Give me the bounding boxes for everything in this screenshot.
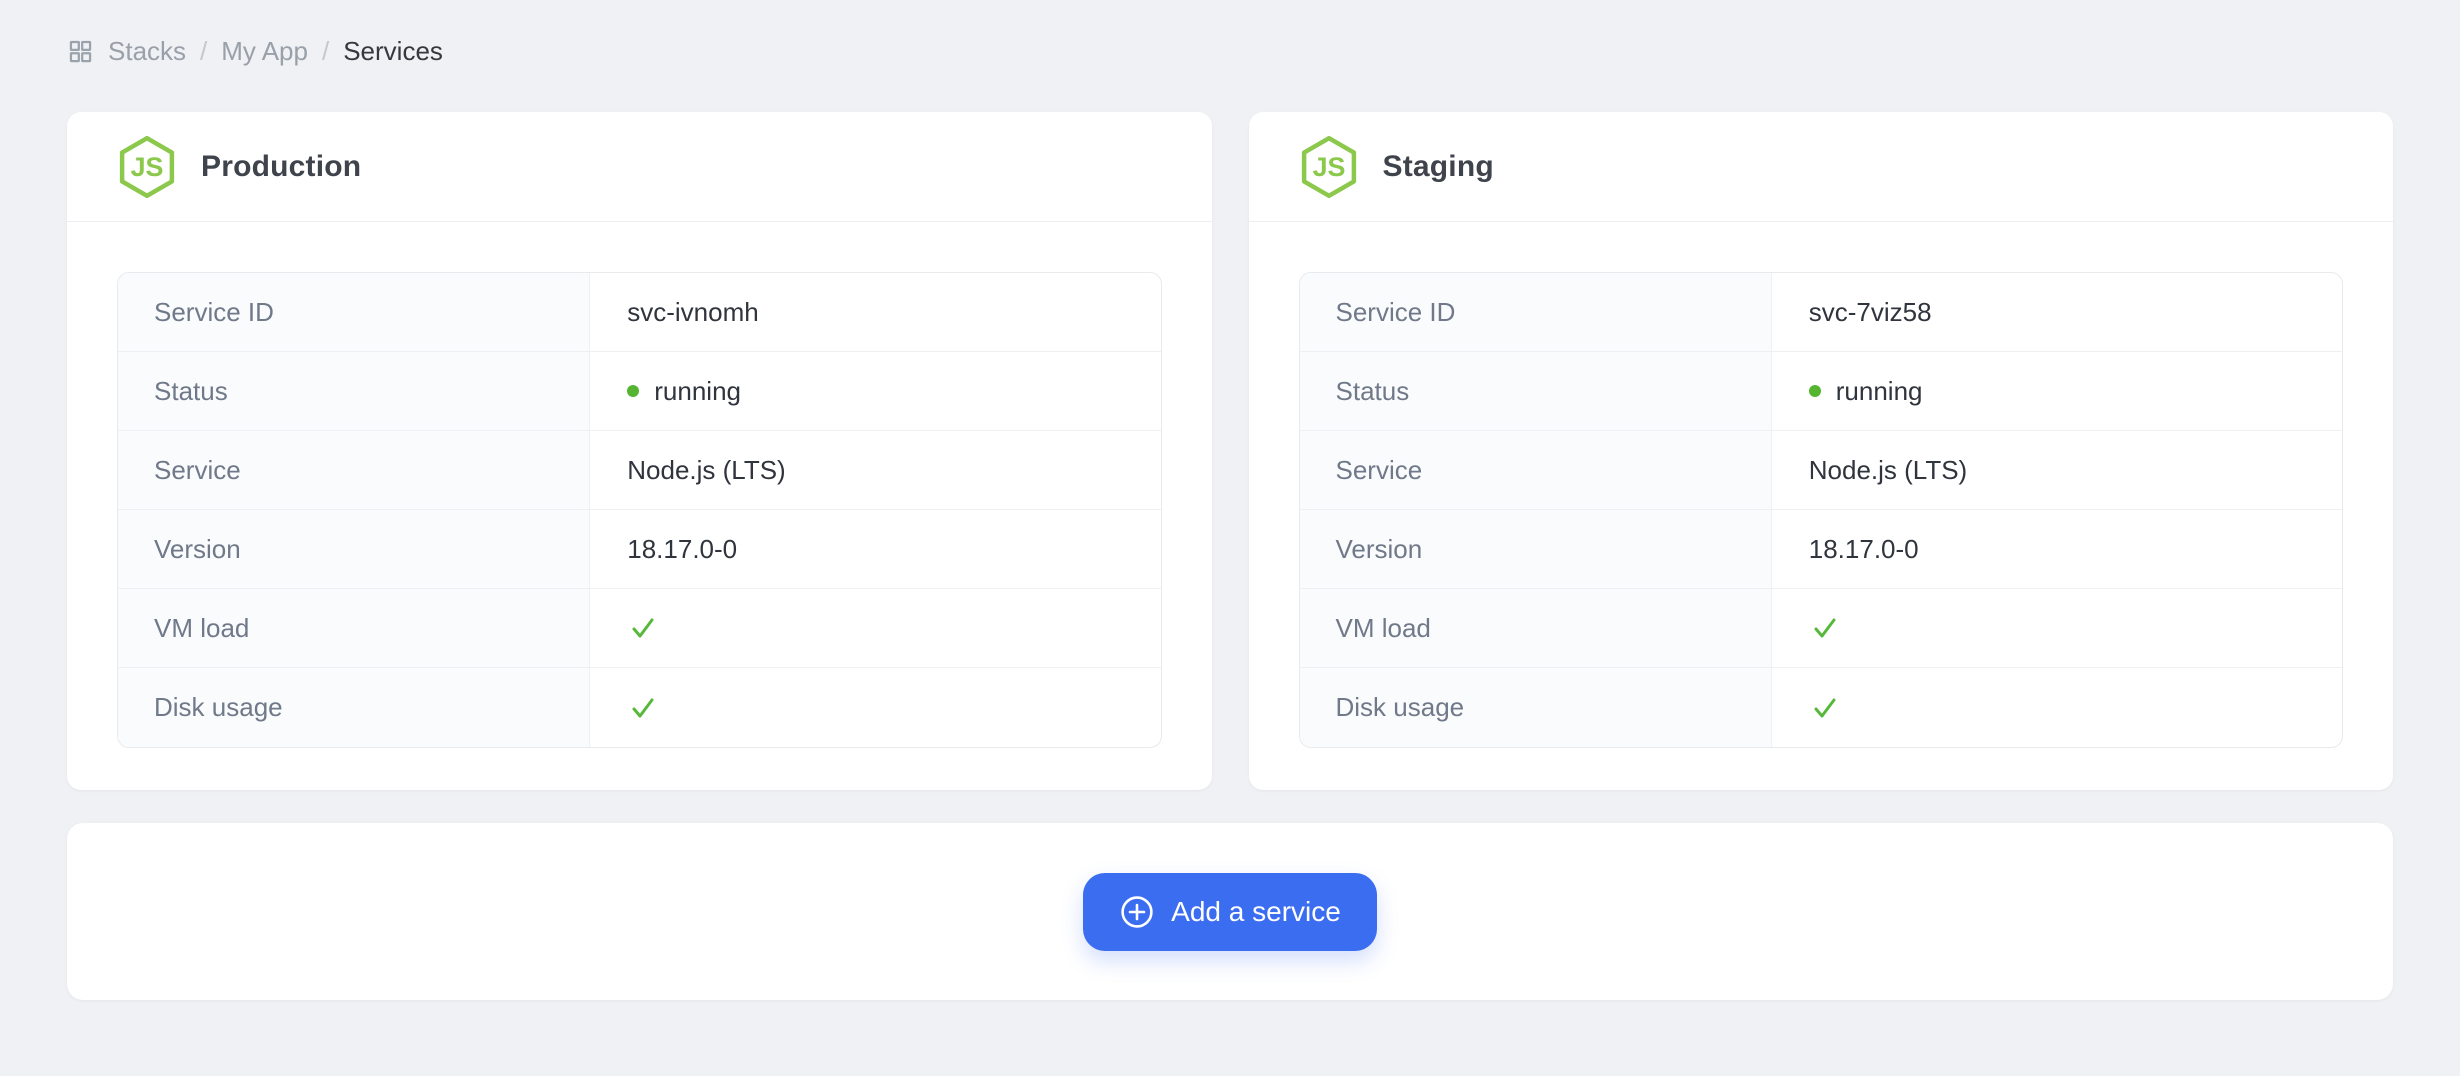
status-text: running [654,376,741,407]
check-icon [627,612,659,644]
table-row: Status running [1300,352,2343,431]
card-staging-header: JS Staging [1249,112,2394,222]
table-row: Disk usage [1300,668,2343,747]
row-label: Disk usage [118,668,590,747]
check-icon [627,692,659,724]
breadcrumb-separator: / [200,36,207,67]
service-value: Node.js (LTS) [590,431,1160,509]
row-label: Service ID [118,273,590,351]
check-icon [1809,692,1841,724]
disk-usage-value [1772,668,2342,747]
card-staging: JS Staging Service ID svc-7viz58 Status [1249,112,2394,790]
breadcrumb-separator: / [322,36,329,67]
row-label: VM load [1300,589,1772,667]
add-service-button[interactable]: Add a service [1083,873,1377,951]
table-row: Service ID svc-7viz58 [1300,273,2343,352]
status-dot-icon [1809,385,1821,397]
breadcrumb: Stacks / My App / Services [67,36,2393,66]
table-row: Service Node.js (LTS) [118,431,1161,510]
version-value: 18.17.0-0 [590,510,1160,588]
service-id-value: svc-ivnomh [590,273,1160,351]
add-service-label: Add a service [1171,896,1341,928]
table-row: VM load [118,589,1161,668]
card-title: Staging [1383,150,1494,184]
service-detail-table: Service ID svc-ivnomh Status running Ser… [117,272,1162,748]
row-label: Version [118,510,590,588]
table-row: Version 18.17.0-0 [118,510,1161,589]
svg-text:JS: JS [1312,151,1345,181]
vm-load-value [590,589,1160,667]
service-id-value: svc-7viz58 [1772,273,2342,351]
card-production-header: JS Production [67,112,1212,222]
table-row: Version 18.17.0-0 [1300,510,2343,589]
table-row: Disk usage [118,668,1161,747]
breadcrumb-services: Services [343,36,443,67]
disk-usage-value [590,668,1160,747]
card-staging-body: Service ID svc-7viz58 Status running Ser… [1249,222,2394,788]
row-label: Service [118,431,590,509]
row-label: Status [1300,352,1772,430]
row-label: Version [1300,510,1772,588]
stacks-grid-icon[interactable] [67,38,94,65]
status-value: running [590,352,1160,430]
check-icon [1809,612,1841,644]
status-dot-icon [627,385,639,397]
table-row: Service ID svc-ivnomh [118,273,1161,352]
row-label: Service ID [1300,273,1772,351]
status-value: running [1772,352,2342,430]
card-production-body: Service ID svc-ivnomh Status running Ser… [67,222,1212,788]
table-row: Service Node.js (LTS) [1300,431,2343,510]
svg-text:JS: JS [131,151,164,181]
service-cards-row: JS Production Service ID svc-ivnomh Stat… [67,112,2393,790]
row-label: VM load [118,589,590,667]
service-detail-table: Service ID svc-7viz58 Status running Ser… [1299,272,2344,748]
version-value: 18.17.0-0 [1772,510,2342,588]
table-row: VM load [1300,589,2343,668]
add-service-panel: Add a service [67,823,2393,1000]
row-label: Disk usage [1300,668,1772,747]
row-label: Service [1300,431,1772,509]
nodejs-icon: JS [1297,135,1361,199]
card-production: JS Production Service ID svc-ivnomh Stat… [67,112,1212,790]
row-label: Status [118,352,590,430]
breadcrumb-my-app[interactable]: My App [221,36,308,67]
table-row: Status running [118,352,1161,431]
vm-load-value [1772,589,2342,667]
services-page: Stacks / My App / Services JS Production [0,0,2460,1076]
service-value: Node.js (LTS) [1772,431,2342,509]
plus-circle-icon [1119,894,1155,930]
status-text: running [1836,376,1923,407]
breadcrumb-stacks[interactable]: Stacks [108,36,186,67]
nodejs-icon: JS [115,135,179,199]
card-title: Production [201,150,361,184]
